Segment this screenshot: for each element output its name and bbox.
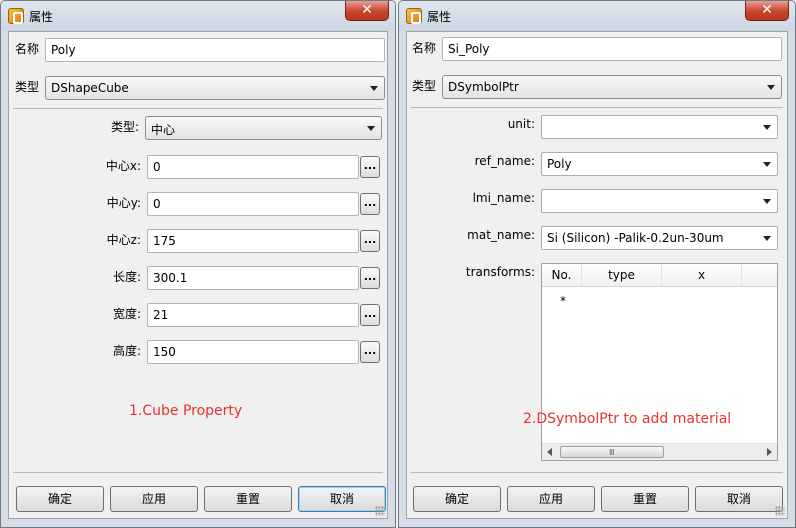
cancel-button[interactable]: 取消 <box>298 486 386 512</box>
column-header-type[interactable]: type <box>582 264 662 287</box>
type-dropdown[interactable]: DShapeCube <box>45 76 385 100</box>
name-field[interactable]: Si_Poly <box>442 37 782 61</box>
width-field[interactable]: 21 <box>147 303 359 327</box>
mat-name-label: mat_name: <box>467 228 535 242</box>
scroll-left-icon[interactable] <box>547 448 552 456</box>
close-button[interactable]: ✕ <box>345 1 389 21</box>
subtype-dropdown[interactable]: 中心 <box>145 116 382 140</box>
height-field[interactable]: 150 <box>147 340 359 364</box>
column-header-x[interactable]: x <box>662 264 742 287</box>
unit-dropdown[interactable] <box>541 115 778 139</box>
resize-grip-icon[interactable] <box>375 506 385 516</box>
reset-button[interactable]: 重置 <box>204 486 292 512</box>
center-x-field[interactable]: 0 <box>147 155 359 179</box>
chevron-down-icon <box>367 126 375 131</box>
transforms-table[interactable]: No. type x * Ⅲ <box>541 263 778 461</box>
subtype-dropdown-value: 中心 <box>151 123 176 137</box>
type-label: 类型 <box>412 79 437 93</box>
chevron-down-icon <box>763 199 771 204</box>
divider <box>411 107 783 108</box>
type-label: 类型 <box>15 80 40 94</box>
annotation-text: 2.DSymbolPtr to add material <box>523 411 732 427</box>
lmi-name-dropdown[interactable] <box>541 189 778 213</box>
ref-name-dropdown[interactable]: Poly <box>541 152 778 176</box>
apply-button[interactable]: 应用 <box>110 486 198 512</box>
reset-button[interactable]: 重置 <box>601 486 689 512</box>
length-field[interactable]: 300.1 <box>147 266 359 290</box>
type-dropdown-value: DShapeCube <box>51 81 129 95</box>
window-title: 属性 <box>427 10 452 24</box>
center-y-field[interactable]: 0 <box>147 192 359 216</box>
chevron-down-icon <box>763 162 771 167</box>
center-z-field[interactable]: 175 <box>147 229 359 253</box>
app-icon <box>406 8 422 24</box>
chevron-down-icon <box>370 86 378 91</box>
chevron-down-icon <box>767 85 775 90</box>
column-header-no[interactable]: No. <box>542 264 582 287</box>
center-y-browse-button[interactable]: ... <box>360 193 380 215</box>
name-label: 名称 <box>15 42 40 56</box>
dialog-client-area: 名称 Poly 类型 DShapeCube 类型: 中心 中心x: 0 ... … <box>8 31 388 519</box>
grip-icon: Ⅲ <box>609 448 614 457</box>
type-dropdown-value: DSymbolPtr <box>448 80 519 94</box>
chevron-down-icon <box>763 125 771 130</box>
unit-label: unit: <box>507 117 535 131</box>
apply-button[interactable]: 应用 <box>507 486 595 512</box>
table-header: No. type x <box>542 264 777 287</box>
center-x-label: 中心x: <box>105 159 141 173</box>
transforms-label: transforms: <box>465 265 535 279</box>
ref-name-label: ref_name: <box>474 154 535 168</box>
title-bar[interactable]: 属性 ✕ <box>399 1 795 31</box>
annotation-text: 1.Cube Property <box>129 403 243 419</box>
horizontal-scrollbar[interactable]: Ⅲ <box>542 443 777 460</box>
height-browse-button[interactable]: ... <box>360 341 380 363</box>
ok-button[interactable]: 确定 <box>413 486 501 512</box>
close-icon: ✕ <box>361 2 373 18</box>
type-dropdown[interactable]: DSymbolPtr <box>442 75 782 99</box>
divider <box>411 472 783 473</box>
symbol-properties-window: 属性 ✕ 名称 Si_Poly 类型 DSymbolPtr unit: ref_… <box>398 0 796 528</box>
mat-name-dropdown-value: Si (Silicon) -Palik-0.2un-30um <box>547 231 724 245</box>
width-label: 宽度: <box>112 307 141 321</box>
width-browse-button[interactable]: ... <box>360 304 380 326</box>
center-z-browse-button[interactable]: ... <box>360 230 380 252</box>
chevron-down-icon <box>763 236 771 241</box>
cancel-button[interactable]: 取消 <box>695 486 783 512</box>
scrollbar-thumb[interactable]: Ⅲ <box>560 446 664 458</box>
subtype-label: 类型: <box>110 120 139 134</box>
app-icon <box>8 8 24 24</box>
divider <box>13 108 383 109</box>
close-button[interactable]: ✕ <box>745 1 789 21</box>
length-browse-button[interactable]: ... <box>360 267 380 289</box>
scroll-right-icon[interactable] <box>767 448 772 456</box>
resize-grip-icon[interactable] <box>775 506 785 516</box>
divider <box>13 472 383 473</box>
lmi-name-label: lmi_name: <box>472 191 535 205</box>
cube-properties-window: 属性 ✕ 名称 Poly 类型 DShapeCube 类型: 中心 中心x: 0… <box>0 0 396 528</box>
ref-name-dropdown-value: Poly <box>547 157 572 171</box>
center-y-label: 中心y: <box>106 196 141 210</box>
name-field[interactable]: Poly <box>45 38 385 62</box>
window-title: 属性 <box>29 10 54 24</box>
dialog-client-area: 名称 Si_Poly 类型 DSymbolPtr unit: ref_name:… <box>406 31 788 519</box>
ok-button[interactable]: 确定 <box>16 486 104 512</box>
new-row-marker[interactable]: * <box>560 294 566 308</box>
center-z-label: 中心z: <box>106 233 141 247</box>
mat-name-dropdown[interactable]: Si (Silicon) -Palik-0.2un-30um <box>541 226 778 250</box>
close-icon: ✕ <box>761 2 773 18</box>
name-label: 名称 <box>412 41 437 55</box>
height-label: 高度: <box>112 344 141 358</box>
length-label: 长度: <box>112 270 141 284</box>
title-bar[interactable]: 属性 ✕ <box>1 1 395 31</box>
center-x-browse-button[interactable]: ... <box>360 156 380 178</box>
